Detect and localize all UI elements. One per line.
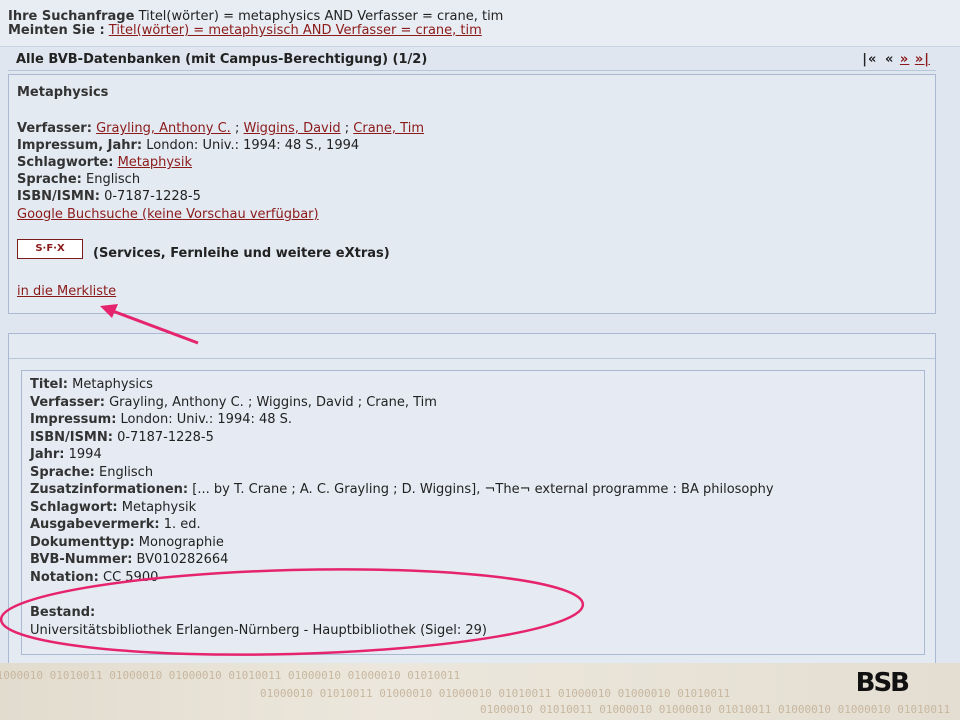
- holdings-label: Bestand:: [30, 605, 96, 620]
- field-value: 1994: [68, 447, 102, 462]
- field-label: Impressum:: [30, 412, 117, 427]
- detail-panel-header: [9, 334, 935, 359]
- sfx-button[interactable]: S·F·X: [17, 239, 83, 259]
- binary-decoration: 01000010 01010011 01000010 01000010 0101…: [260, 687, 731, 700]
- detail-field: BVB-Nummer: BV010282664: [30, 552, 228, 567]
- detail-field: Notation: CC 5900: [30, 570, 158, 585]
- detail-record: Titel: Metaphysics Verfasser: Grayling, …: [21, 370, 925, 655]
- field-value: Metaphysik: [121, 500, 197, 515]
- bsb-logo: BSB: [855, 668, 910, 698]
- isbn-label: ISBN/ISMN:: [17, 189, 100, 204]
- field-label: ISBN/ISMN:: [30, 430, 113, 445]
- record-authors: Verfasser: Grayling, Anthony C. ; Wiggin…: [17, 121, 424, 136]
- holdings-value: Universitätsbibliothek Erlangen-Nürnberg…: [30, 623, 487, 638]
- suggestion-line: Meinten Sie : Titel(wörter) = metaphysis…: [8, 23, 482, 38]
- isbn-value: 0-7187-1228-5: [104, 189, 201, 204]
- detail-field: Impressum: London: Univ.: 1994: 48 S.: [30, 412, 292, 427]
- record-subjects: Schlagworte: Metaphysik: [17, 155, 192, 170]
- pager-next-link[interactable]: »: [900, 52, 909, 67]
- suggestion-label: Meinten Sie :: [8, 23, 105, 38]
- search-query-line: Ihre Suchanfrage Titel(wörter) = metaphy…: [8, 9, 503, 24]
- detail-field: Zusatzinformationen: [... by T. Crane ; …: [30, 482, 774, 497]
- database-header: Alle BVB-Datenbanken (mit Campus-Berecht…: [8, 48, 936, 71]
- field-label: Sprache:: [30, 465, 95, 480]
- field-label: Jahr:: [30, 447, 65, 462]
- binary-decoration: 01000010 01010011 01000010 01000010 0101…: [480, 703, 951, 716]
- field-label: Schlagwort:: [30, 500, 118, 515]
- language-label: Sprache:: [17, 172, 82, 187]
- detail-field: Verfasser: Grayling, Anthony C. ; Wiggin…: [30, 395, 437, 410]
- field-label: Notation:: [30, 570, 99, 585]
- field-label: Titel:: [30, 377, 69, 392]
- suggestion-link[interactable]: Titel(wörter) = metaphysisch AND Verfass…: [109, 23, 482, 38]
- pager: |« « » »|: [860, 52, 930, 67]
- detail-field: Ausgabevermerk: 1. ed.: [30, 517, 201, 532]
- record-isbn: ISBN/ISMN: 0-7187-1228-5: [17, 189, 201, 204]
- search-query-text: Titel(wörter) = metaphysics AND Verfasse…: [138, 9, 504, 24]
- detail-field: Jahr: 1994: [30, 447, 102, 462]
- detail-field: Sprache: Englisch: [30, 465, 153, 480]
- detail-field: Schlagwort: Metaphysik: [30, 500, 196, 515]
- binary-decoration: 01000010 01010011 01000010 01000010 0101…: [0, 669, 461, 682]
- record-title: Metaphysics: [17, 85, 109, 100]
- detail-field: ISBN/ISMN: 0-7187-1228-5: [30, 430, 214, 445]
- impressum-label: Impressum, Jahr:: [17, 138, 143, 153]
- field-label: Verfasser:: [30, 395, 105, 410]
- field-label: Dokumenttyp:: [30, 535, 135, 550]
- record-impressum: Impressum, Jahr: London: Univ.: 1994: 48…: [17, 138, 359, 153]
- detail-field: Titel: Metaphysics: [30, 377, 153, 392]
- author-separator: ;: [234, 121, 240, 136]
- field-value: Monographie: [138, 535, 224, 550]
- subject-link[interactable]: Metaphysik: [118, 155, 192, 170]
- pager-last-link[interactable]: »|: [915, 52, 930, 67]
- field-label: Zusatzinformationen:: [30, 482, 189, 497]
- detail-field: Dokumenttyp: Monographie: [30, 535, 224, 550]
- footer-banner: 01000010 01010011 01000010 01000010 0101…: [0, 663, 960, 720]
- impressum-value: London: Univ.: 1994: 48 S., 1994: [146, 138, 360, 153]
- record-language: Sprache: Englisch: [17, 172, 140, 187]
- field-value: London: Univ.: 1994: 48 S.: [120, 412, 293, 427]
- pager-first-link[interactable]: |«: [862, 52, 877, 67]
- author-link[interactable]: Crane, Tim: [353, 121, 424, 136]
- field-value: CC 5900: [103, 570, 159, 585]
- google-books-link[interactable]: Google Buchsuche (keine Vorschau verfügb…: [17, 207, 319, 222]
- database-title: Alle BVB-Datenbanken (mit Campus-Berecht…: [16, 52, 428, 67]
- detail-panel: Titel: Metaphysics Verfasser: Grayling, …: [8, 333, 936, 665]
- field-value: [... by T. Crane ; A. C. Grayling ; D. W…: [192, 482, 774, 497]
- authors-label: Verfasser:: [17, 121, 92, 136]
- field-value: Grayling, Anthony C. ; Wiggins, David ; …: [109, 395, 437, 410]
- author-separator: ;: [344, 121, 350, 136]
- field-value: 1. ed.: [163, 517, 201, 532]
- subjects-label: Schlagworte:: [17, 155, 114, 170]
- author-link[interactable]: Grayling, Anthony C.: [96, 121, 231, 136]
- author-link[interactable]: Wiggins, David: [244, 121, 341, 136]
- search-query-label: Ihre Suchanfrage: [8, 9, 135, 24]
- result-record: Metaphysics Verfasser: Grayling, Anthony…: [8, 74, 936, 314]
- field-value: Metaphysics: [72, 377, 153, 392]
- language-value: Englisch: [85, 172, 141, 187]
- sfx-description: (Services, Fernleihe und weitere eXtras): [93, 246, 390, 261]
- add-to-list-link[interactable]: in die Merkliste: [17, 284, 116, 299]
- field-value: Englisch: [98, 465, 154, 480]
- field-value: BV010282664: [136, 552, 229, 567]
- pager-prev-link[interactable]: «: [885, 52, 894, 67]
- field-value: 0-7187-1228-5: [117, 430, 214, 445]
- search-query-bar: Ihre Suchanfrage Titel(wörter) = metaphy…: [0, 0, 960, 47]
- field-label: Ausgabevermerk:: [30, 517, 160, 532]
- field-label: BVB-Nummer:: [30, 552, 133, 567]
